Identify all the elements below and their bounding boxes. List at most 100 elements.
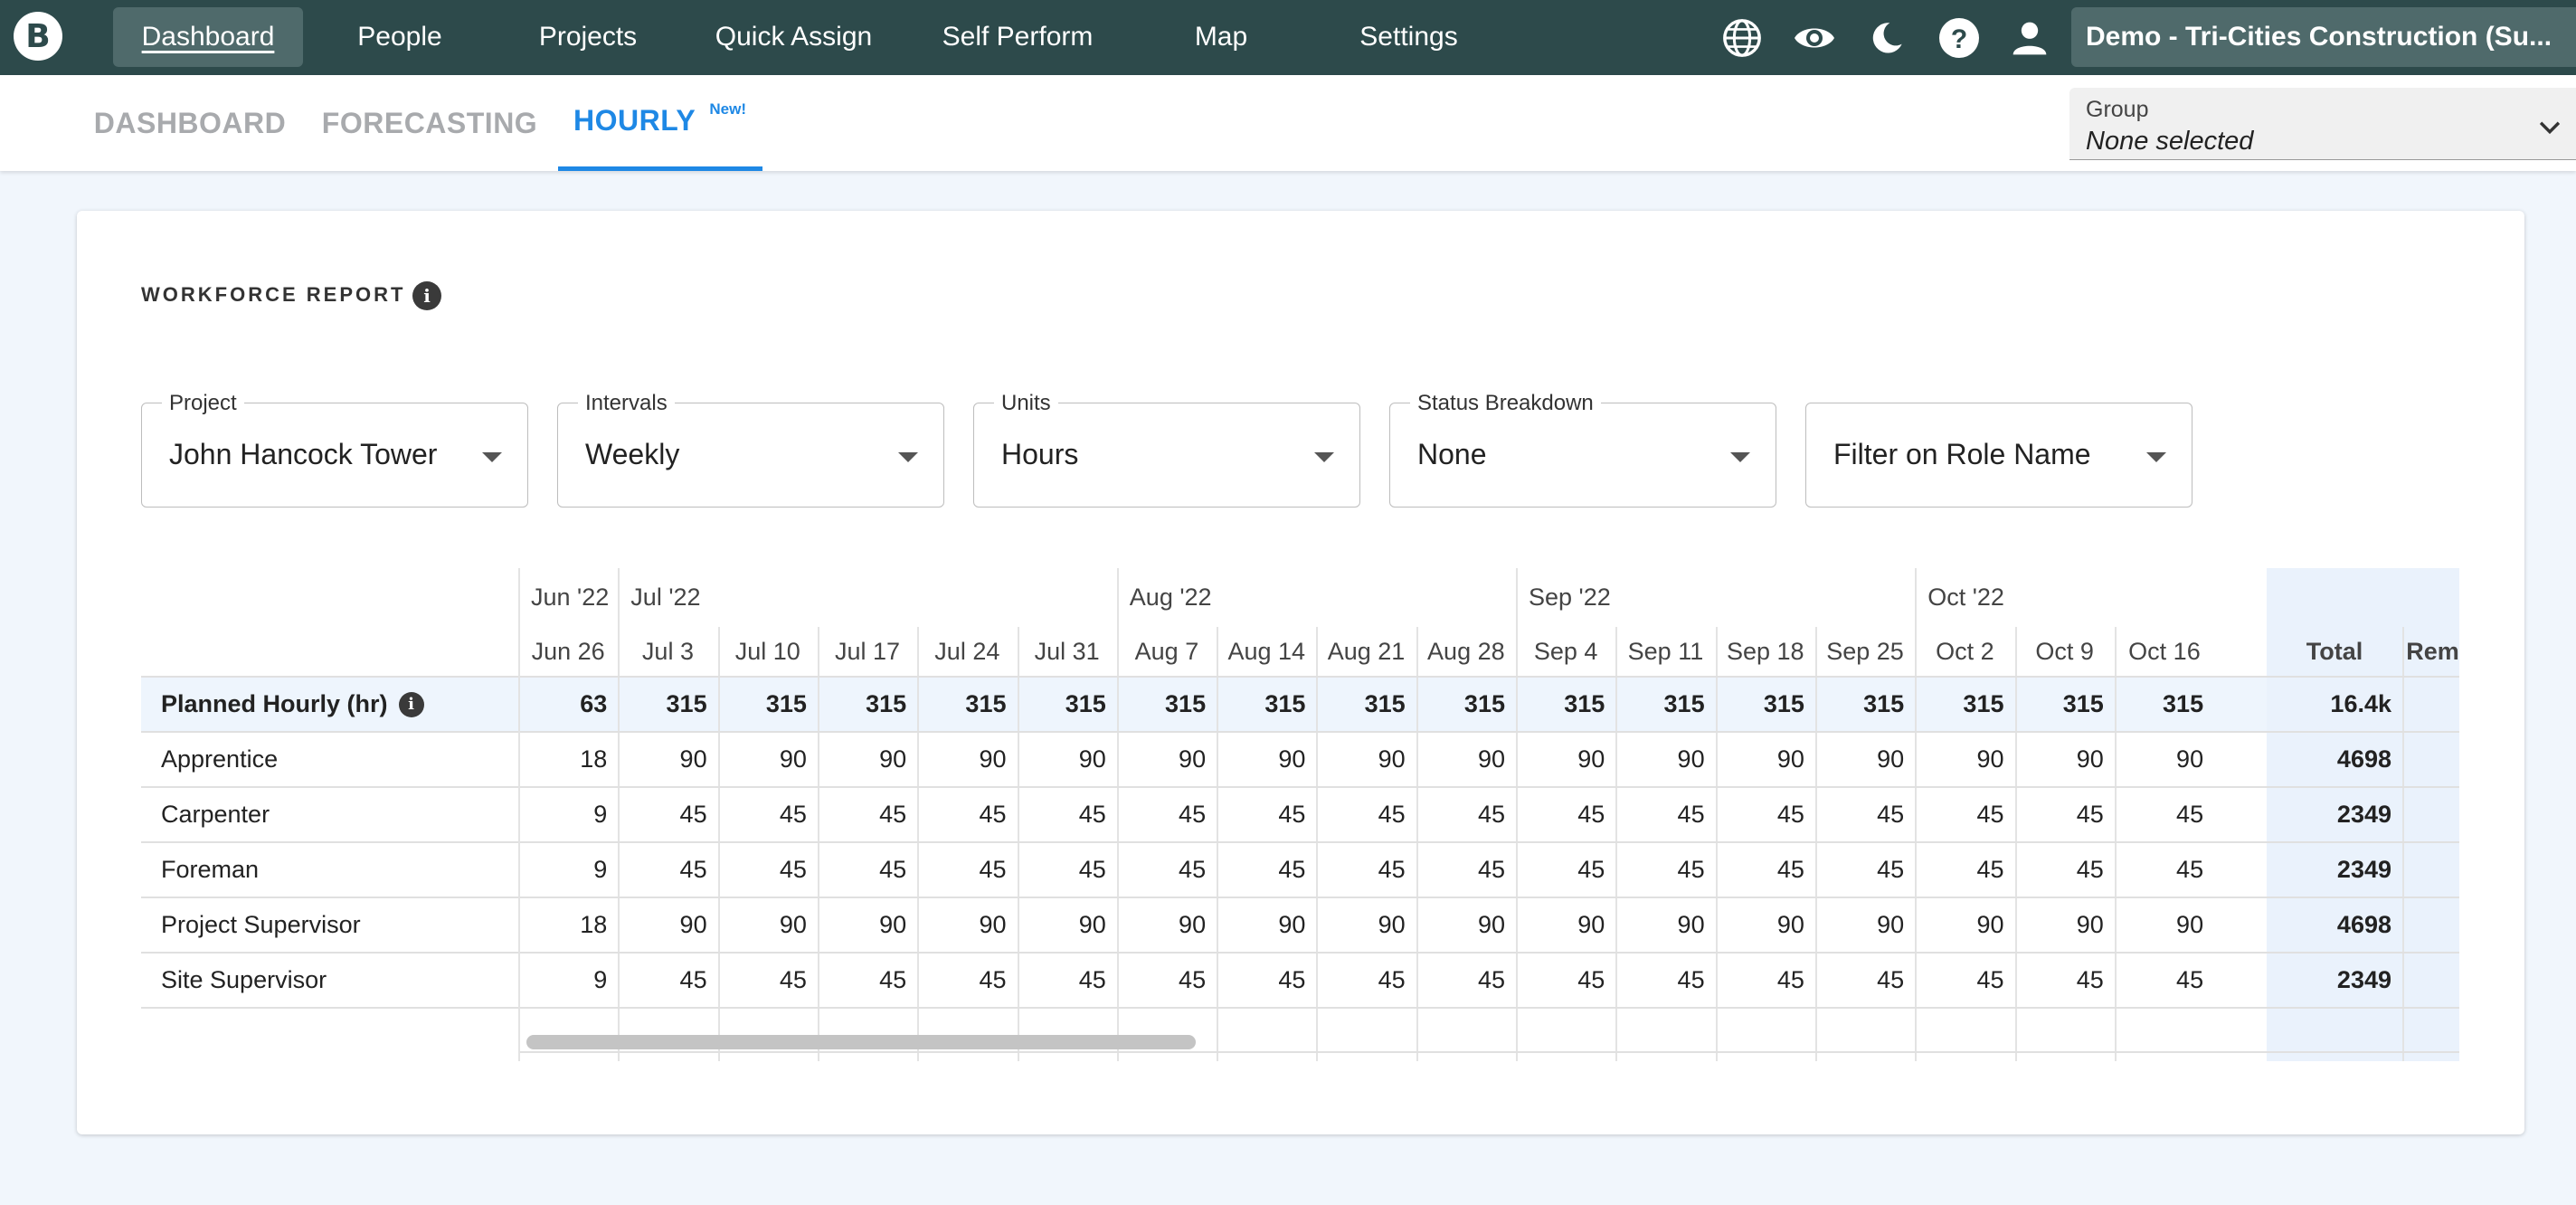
remainder-cell: 1206 (2402, 897, 2459, 953)
table-cell: 90 (1078, 911, 1106, 938)
table-cell: 45 (979, 856, 1007, 883)
nav-settings[interactable]: Settings (1339, 7, 1479, 67)
nav-dashboard[interactable]: Dashboard (113, 7, 303, 67)
week-header: Aug 21 (1327, 638, 1406, 665)
week-header: Oct 16 (2128, 638, 2201, 665)
week-header: Jul 10 (734, 638, 800, 665)
table-cell: 90 (1577, 745, 1605, 773)
week-header: Jul 31 (1034, 638, 1100, 665)
table-cell: 45 (1776, 966, 1804, 993)
table-cell: 45 (1179, 966, 1207, 993)
table-cell: 90 (779, 745, 807, 773)
nav-map[interactable]: Map (1176, 7, 1266, 67)
table-cell: 90 (1776, 911, 1804, 938)
table-cell: 90 (679, 745, 707, 773)
nav-projects[interactable]: Projects (516, 7, 660, 67)
week-header: Jul 24 (934, 638, 1000, 665)
table-cell: 90 (679, 911, 707, 938)
table-cell: 45 (1577, 966, 1605, 993)
table-cell: 90 (979, 745, 1007, 773)
table-cell: 315 (2163, 690, 2204, 717)
nav-people[interactable]: People (333, 7, 467, 67)
table-cell: 90 (879, 745, 907, 773)
table-cell: 315 (1463, 690, 1505, 717)
account-icon[interactable] (2006, 14, 2053, 62)
table-cell: 90 (1278, 911, 1306, 938)
table-cell: 45 (2176, 966, 2204, 993)
remainder-cell: 4221 (2402, 677, 2459, 732)
total-cell: 2349 (2336, 856, 2391, 883)
week-header: Jul 17 (835, 638, 901, 665)
chevron-down-icon (2534, 111, 2565, 147)
table-cell: 45 (1179, 856, 1207, 883)
table-cell: 90 (1577, 911, 1605, 938)
table-cell: 45 (2076, 801, 2104, 828)
scrollbar-thumb[interactable] (526, 1035, 1196, 1049)
horizontal-scrollbar[interactable] (520, 1031, 2459, 1053)
table-cell: 45 (679, 856, 707, 883)
app-logo[interactable]: B (14, 12, 62, 61)
tab-hourly[interactable]: HOURLY New! (558, 75, 762, 171)
caret-down-icon (482, 452, 502, 462)
role-filter-select[interactable]: Filter on Role Name (1805, 403, 2192, 508)
project-select[interactable]: Project John Hancock Tower (141, 391, 528, 508)
globe-icon[interactable] (1719, 14, 1766, 62)
moon-icon[interactable] (1863, 14, 1910, 62)
table-cell: 45 (1477, 966, 1505, 993)
table-cell: 45 (1378, 801, 1406, 828)
nav-quick-assign[interactable]: Quick Assign (696, 7, 891, 67)
role-label: Site Supervisor (141, 953, 518, 1008)
table-cell: 90 (1179, 745, 1207, 773)
role-filter-placeholder: Filter on Role Name (1833, 438, 2091, 470)
table-cell: 45 (1776, 856, 1804, 883)
table-cell: 45 (1677, 801, 1705, 828)
table-cell: 18 (580, 745, 608, 773)
info-icon[interactable]: i (398, 691, 424, 717)
info-icon[interactable]: i (412, 281, 441, 310)
row-label-text: Apprentice (161, 745, 279, 773)
remainder-cell: 1206 (2402, 732, 2459, 787)
table-cell: 45 (1976, 801, 2004, 828)
table-cell: 45 (1577, 856, 1605, 883)
eye-icon[interactable] (1791, 14, 1838, 62)
table-cell: 45 (979, 801, 1007, 828)
week-header: Jun 26 (531, 638, 605, 665)
table-cell: 315 (1763, 690, 1804, 717)
nav-self-perform[interactable]: Self Perform (923, 7, 1113, 67)
table-cell: 315 (1963, 690, 2004, 717)
role-label: Apprentice (141, 732, 518, 787)
group-value: None selected (2086, 127, 2254, 156)
sub-nav: DASHBOARD FORECASTING HOURLY New! Group … (0, 75, 2576, 171)
table-cell: 45 (2076, 856, 2104, 883)
tab-forecasting[interactable]: FORECASTING (312, 75, 547, 171)
group-select[interactable]: Group None selected (2069, 88, 2576, 160)
table-cell: 45 (1278, 966, 1306, 993)
week-header: Jul 3 (641, 638, 694, 665)
table-cell: 45 (1577, 801, 1605, 828)
table-cell: 45 (879, 966, 907, 993)
units-value: Hours (1001, 438, 1079, 470)
table-cell: 90 (1078, 745, 1106, 773)
units-select[interactable]: Units Hours (973, 391, 1360, 508)
intervals-select[interactable]: Intervals Weekly (557, 391, 944, 508)
table-cell: 90 (2076, 745, 2104, 773)
header-divider (141, 676, 2459, 678)
company-switcher[interactable]: Demo - Tri-Cities Construction (Su... (2071, 7, 2576, 67)
table-cell: 90 (879, 911, 907, 938)
table-cell: 45 (1477, 801, 1505, 828)
table-cell: 45 (1078, 966, 1106, 993)
table-cell: 9 (593, 856, 608, 883)
table-cell: 45 (1776, 801, 1804, 828)
table-cell: 315 (2062, 690, 2104, 717)
table-cell: 90 (979, 911, 1007, 938)
table-cell: 45 (1078, 801, 1106, 828)
tab-dashboard[interactable]: DASHBOARD (81, 75, 298, 171)
week-header: Sep 18 (1726, 638, 1804, 665)
report-title: WORKFORCE REPORT (141, 283, 406, 306)
status-breakdown-value: None (1417, 438, 1487, 470)
help-icon[interactable]: ? (1936, 14, 1983, 62)
table-cell: 45 (1976, 856, 2004, 883)
table-cell: 315 (765, 690, 807, 717)
table-cell: 63 (580, 690, 608, 717)
status-breakdown-select[interactable]: Status Breakdown None (1389, 391, 1776, 508)
